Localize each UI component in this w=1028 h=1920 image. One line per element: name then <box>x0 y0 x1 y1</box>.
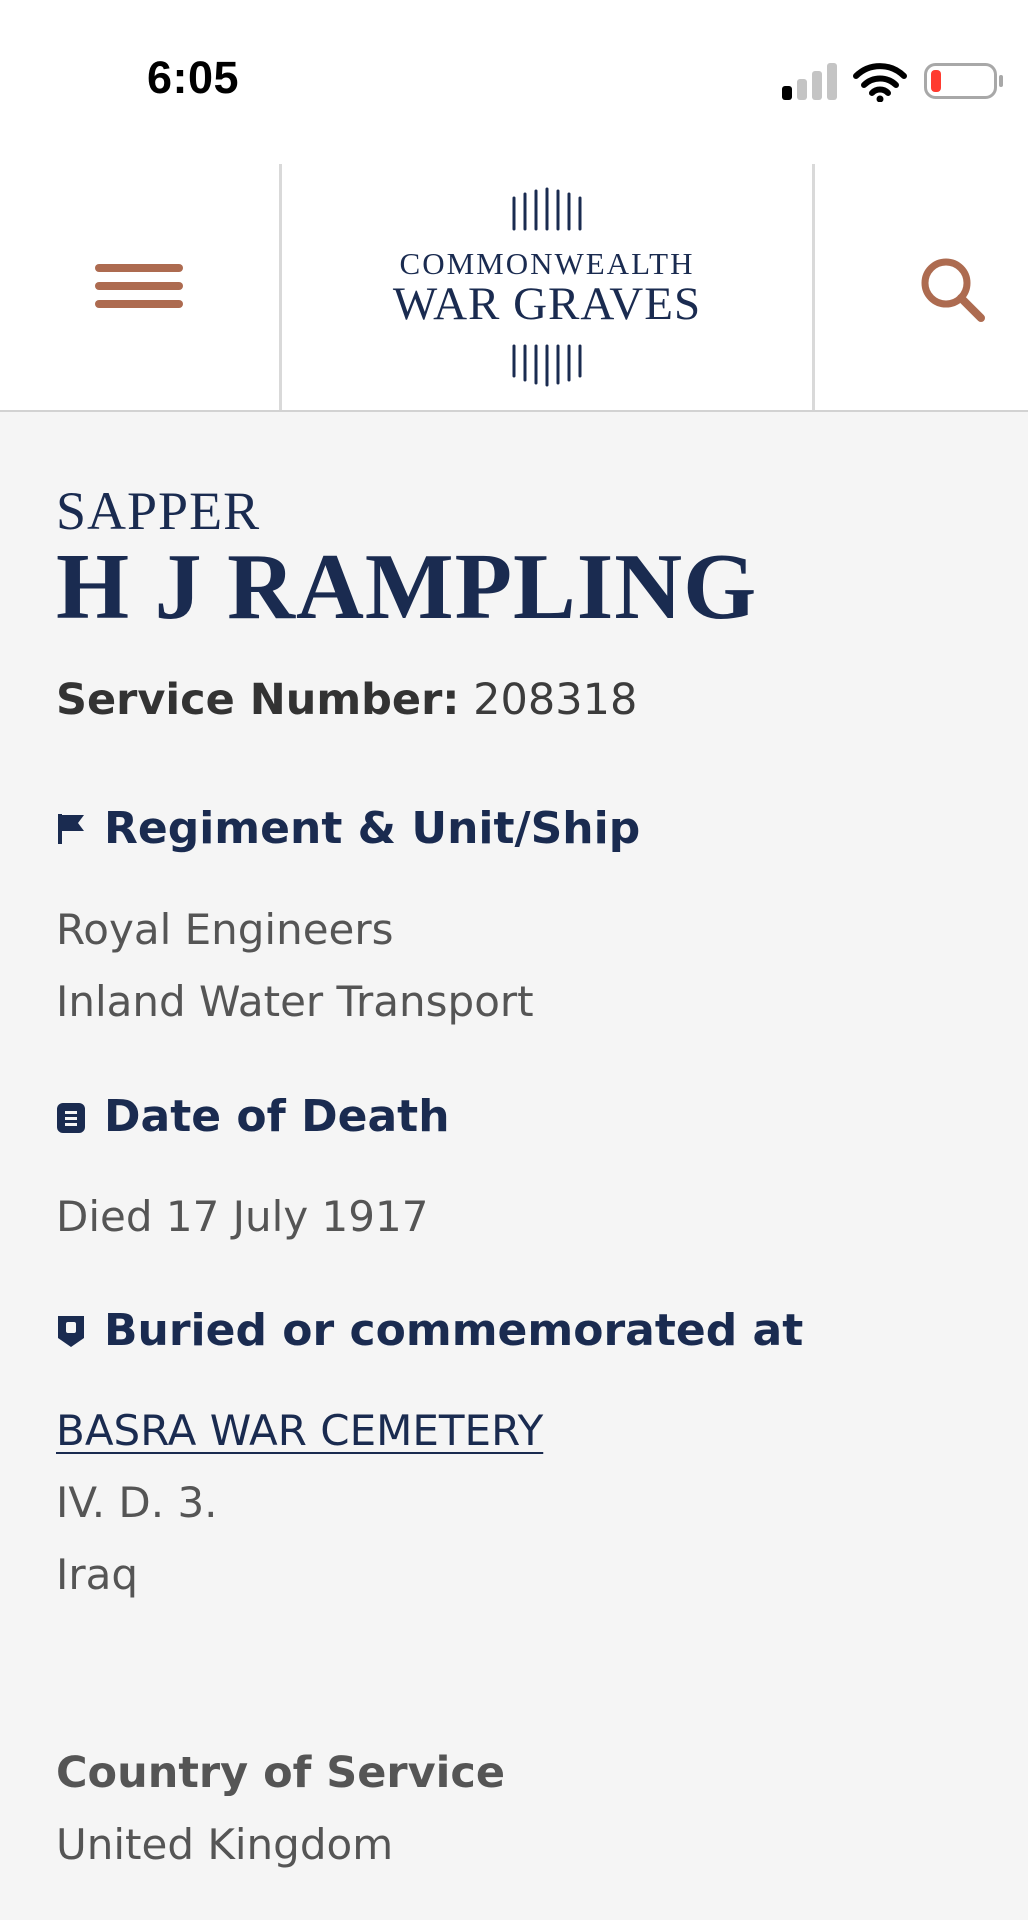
regiment-heading-label: Regiment & Unit/Ship <box>104 803 641 854</box>
map-marker-icon <box>58 1316 84 1348</box>
battery-low-icon <box>924 63 1003 99</box>
burial-heading-label: Buried or commemorated at <box>104 1305 804 1356</box>
service-number-label: Service Number: <box>56 675 460 725</box>
cwgc-logo[interactable]: COMMONWEALTH WAR GRAVES <box>282 164 812 410</box>
flag-icon <box>58 814 84 845</box>
logo-text-line2: WAR GRAVES <box>392 278 702 330</box>
burial-country: Iraq <box>56 1550 139 1599</box>
wifi-icon <box>853 63 907 102</box>
burial-heading: Buried or commemorated at <box>56 1305 803 1358</box>
cemetery-link[interactable]: BASRA WAR CEMETERY <box>56 1406 543 1456</box>
date-of-death-value: Died 17 July 1917 <box>56 1192 429 1241</box>
country-of-service-heading: Country of Service <box>56 1748 506 1798</box>
service-number-value: 208318 <box>473 675 638 725</box>
date-of-death-heading-label: Date of Death <box>104 1091 450 1142</box>
date-of-death-heading: Date of Death <box>56 1091 450 1144</box>
service-number: Service Number: 208318 <box>56 675 637 725</box>
status-time: 6:05 <box>147 52 240 103</box>
menu-button[interactable] <box>0 164 279 410</box>
search-button[interactable] <box>815 164 1028 410</box>
site-header: COMMONWEALTH WAR GRAVES <box>0 164 1028 412</box>
regiment-heading: Regiment & Unit/Ship <box>56 803 640 856</box>
grave-reference: IV. D. 3. <box>56 1478 218 1527</box>
regiment-line-1: Royal Engineers <box>56 905 394 954</box>
search-icon <box>921 258 985 322</box>
casualty-name: H J RAMPLING <box>56 535 758 639</box>
country-of-service-value: United Kingdom <box>56 1820 394 1869</box>
regiment-line-2: Inland Water Transport <box>56 977 534 1026</box>
calendar-icon <box>57 1103 85 1134</box>
rank-title: SAPPER <box>56 481 261 541</box>
status-bar: 6:05 <box>0 0 1028 164</box>
cellular-signal-icon <box>782 63 837 100</box>
